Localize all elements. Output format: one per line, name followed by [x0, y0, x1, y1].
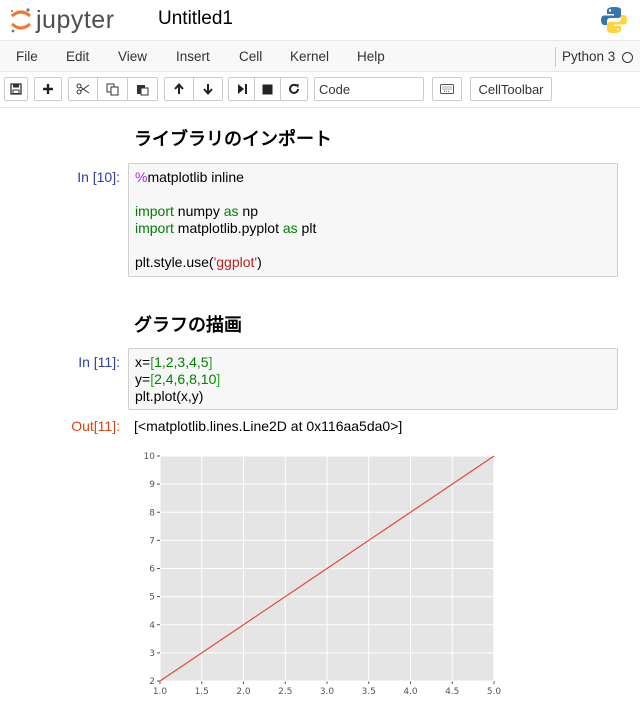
x-tick-label: 4.0: [403, 687, 418, 697]
menu-insert[interactable]: Insert: [176, 49, 210, 64]
celltoolbar-button[interactable]: CellToolbar: [470, 77, 552, 101]
input-prompt: In [10]:: [77, 169, 120, 185]
command-palette-button[interactable]: [432, 77, 462, 101]
kernel-name[interactable]: Python 3: [562, 49, 615, 64]
cell-type-select[interactable]: Code: [314, 77, 424, 101]
code-token: 'ggplot': [213, 254, 258, 270]
output-prompt: Out[11]:: [71, 418, 120, 434]
markdown-heading-import[interactable]: ライブラリのインポート: [134, 125, 332, 151]
x-tick-label: 1.0: [153, 687, 168, 697]
menu-help[interactable]: Help: [357, 49, 385, 64]
code-token: plt: [297, 220, 317, 236]
markdown-heading-plot[interactable]: グラフの描画: [134, 311, 242, 337]
code-cell-input[interactable]: x=[1,2,3,4,5] y=[2,4,6,8,10] plt.plot(x,…: [128, 348, 618, 410]
paste-button[interactable]: [127, 77, 158, 101]
save-button[interactable]: [4, 77, 28, 101]
code-line: x=[1,2,3,4,5]: [135, 354, 611, 371]
x-tick-label: 3.0: [320, 687, 335, 697]
code-token: import: [135, 203, 174, 219]
copy-button[interactable]: [97, 77, 128, 101]
move-down-button[interactable]: [193, 77, 223, 101]
stop-icon: [262, 84, 273, 94]
input-prompt: In [11]:: [78, 354, 120, 370]
code-token: matplotlib inline: [147, 169, 244, 185]
notebook-container: ライブラリのインポート In [10]: %matplotlib inline …: [0, 108, 640, 712]
code-line: y=[2,4,6,8,10]: [135, 371, 611, 388]
jupyter-logo[interactable]: jupyter: [8, 4, 115, 36]
code-token: 1,2,3,4,5: [154, 354, 209, 370]
code-token: plt.plot(x,y): [135, 388, 204, 404]
code-token: import: [135, 220, 174, 236]
jupyter-logo-text: jupyter: [36, 5, 115, 34]
run-icon: [237, 84, 247, 94]
y-tick-label: 8: [149, 508, 155, 518]
notebook-title[interactable]: Untitled1: [158, 8, 233, 30]
code-token: numpy: [173, 203, 224, 219]
y-tick-label: 10: [144, 452, 156, 462]
header: jupyter Untitled1: [0, 0, 640, 40]
code-line: import matplotlib.pyplot as plt: [135, 220, 611, 237]
interrupt-button[interactable]: [254, 77, 281, 101]
jupyter-logo-icon: [11, 8, 31, 33]
code-line: import numpy as np: [135, 203, 611, 220]
menu-file[interactable]: File: [16, 49, 38, 64]
y-tick-label: 5: [149, 593, 155, 603]
code-token: np: [238, 203, 258, 219]
menubar: File Edit View Insert Cell Kernel Help P…: [0, 40, 640, 72]
code-line: plt.style.use('ggplot'): [135, 254, 611, 271]
code-token: as: [282, 220, 298, 236]
code-line: %matplotlib inline: [135, 169, 611, 186]
restart-button[interactable]: [280, 77, 308, 101]
code-token: matplotlib.pyplot: [173, 220, 283, 236]
line-chart: 1.0 1.5 2.0 2.5 3.0 3.5 4.0 4.5 5.0 2 3 4 5 6 7 8 9 10: [144, 452, 502, 697]
code-token: x=: [135, 354, 151, 370]
y-tick-label: 2: [149, 677, 155, 687]
restart-icon: [289, 83, 299, 94]
code-token: %: [135, 169, 148, 185]
arrow-down-icon: [203, 84, 213, 95]
y-tick-label: 3: [149, 649, 155, 659]
run-button[interactable]: [228, 77, 255, 101]
output-text: [<matplotlib.lines.Line2D at 0x116aa5da0…: [134, 418, 403, 434]
x-tick-label: 4.5: [445, 687, 459, 697]
menu-cell[interactable]: Cell: [239, 49, 262, 64]
code-token: y=: [135, 371, 151, 387]
arrow-up-icon: [174, 83, 184, 94]
x-tick-label: 2.0: [236, 687, 251, 697]
y-tick-label: 6: [149, 565, 155, 575]
copy-icon: [106, 83, 119, 95]
code-token: plt.style.use(: [135, 254, 214, 270]
menu-kernel[interactable]: Kernel: [290, 49, 329, 64]
plus-icon: [43, 84, 53, 94]
y-tick-label: 9: [149, 480, 155, 490]
code-token: as: [223, 203, 239, 219]
save-icon: [10, 83, 22, 95]
code-cell-input[interactable]: %matplotlib inline import numpy as np im…: [128, 163, 618, 277]
kernel-idle-indicator-icon: [622, 52, 633, 63]
code-token: ]: [208, 354, 213, 370]
menu-view[interactable]: View: [118, 49, 147, 64]
x-tick-label: 5.0: [487, 687, 502, 697]
code-token: ]: [216, 371, 221, 387]
insert-cell-button[interactable]: [34, 77, 62, 101]
x-tick-label: 3.5: [362, 687, 376, 697]
code-token: 2,4,6,8,10: [154, 371, 217, 387]
paste-icon: [137, 84, 149, 95]
x-tick-label: 2.5: [278, 687, 292, 697]
y-tick-label: 7: [149, 536, 155, 546]
menu-edit[interactable]: Edit: [66, 49, 89, 64]
toolbar: Code CellToolbar: [0, 72, 640, 108]
python-logo-icon: [601, 7, 627, 33]
code-token: ): [257, 254, 262, 270]
kernel-separator: [555, 47, 556, 67]
move-up-button[interactable]: [164, 77, 194, 101]
keyboard-icon: [440, 84, 454, 94]
cut-button[interactable]: [68, 77, 98, 101]
cut-icon: [76, 83, 90, 95]
y-tick-label: 4: [149, 621, 155, 631]
x-tick-label: 1.5: [195, 687, 209, 697]
code-line: plt.plot(x,y): [135, 388, 611, 405]
